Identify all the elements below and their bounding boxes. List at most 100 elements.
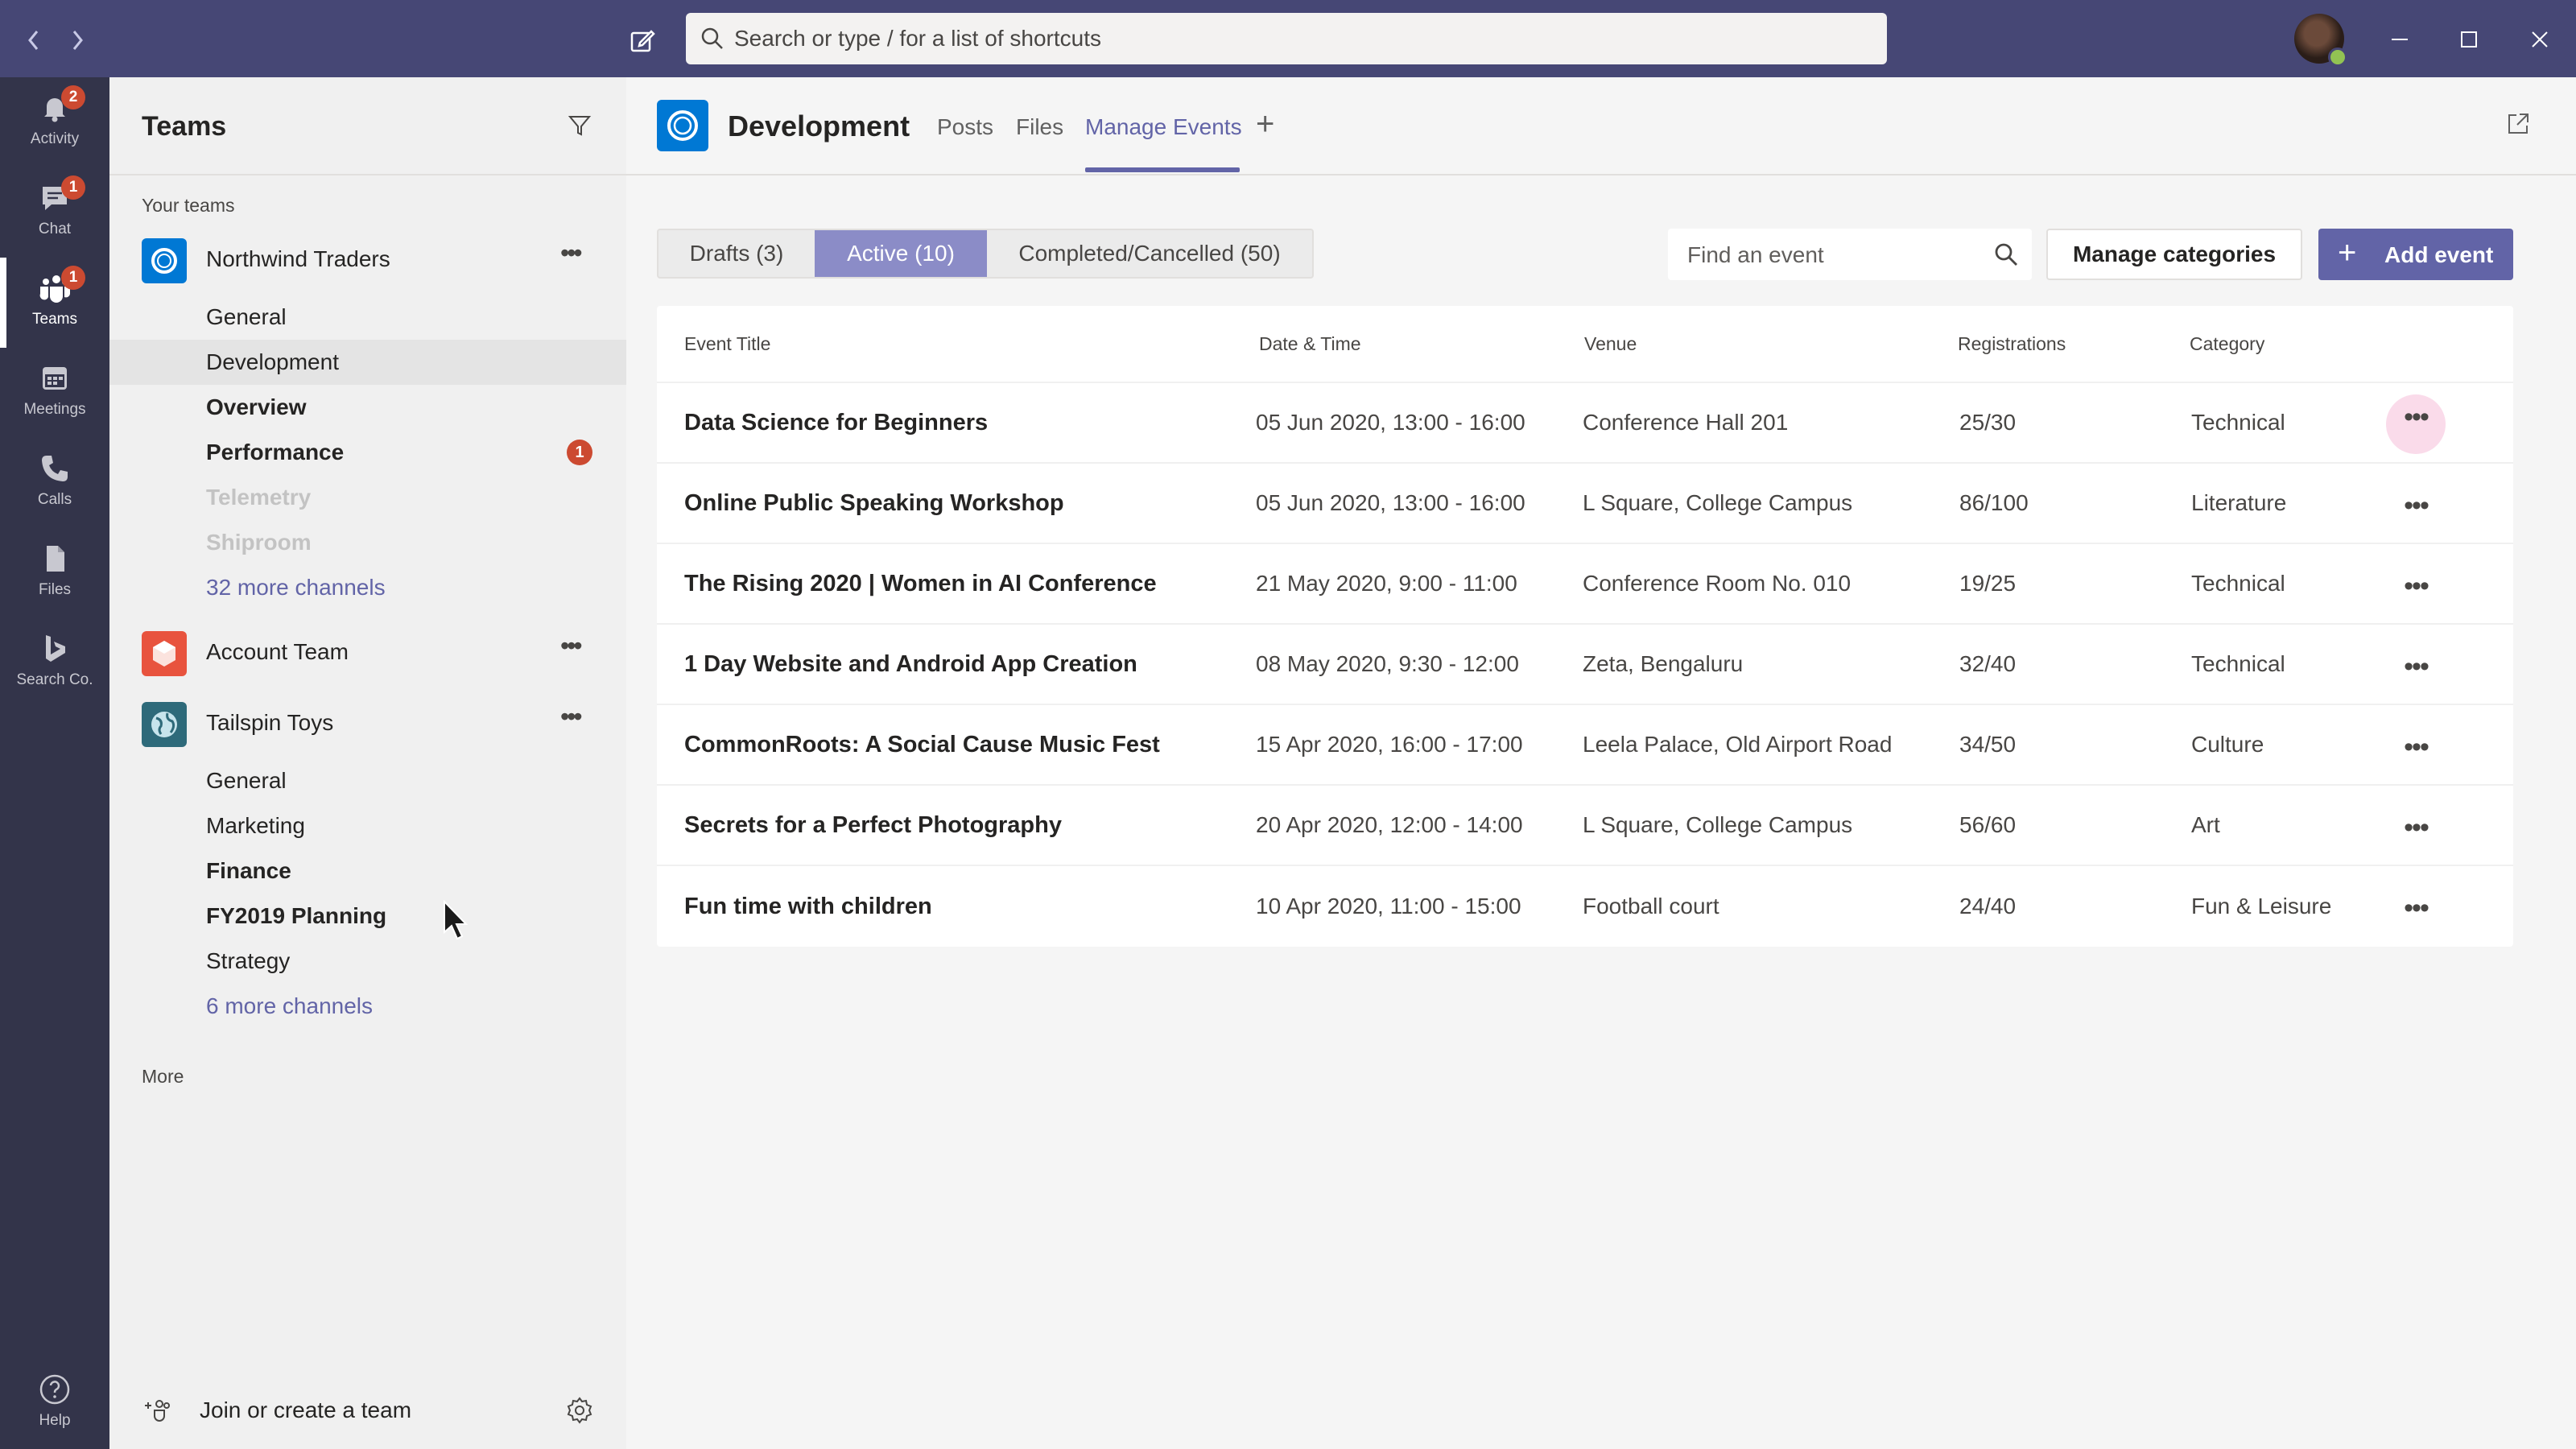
table-row[interactable]: The Rising 2020 | Women in AI Conference…: [657, 544, 2513, 625]
team-more-options-icon[interactable]: •••: [560, 704, 592, 733]
more-channels-link[interactable]: 6 more channels: [109, 984, 626, 1029]
sidebar-footer: Join or create a team: [109, 1372, 626, 1449]
rail-files[interactable]: Files: [0, 528, 109, 618]
filter-icon[interactable]: [567, 113, 592, 138]
chevron-left-icon: [28, 31, 39, 50]
forward-button[interactable]: [61, 0, 93, 77]
table-row[interactable]: Fun time with children 10 Apr 2020, 11:0…: [657, 866, 2513, 947]
table-row[interactable]: Data Science for Beginners 05 Jun 2020, …: [657, 383, 2513, 464]
maximize-button[interactable]: [2433, 0, 2505, 77]
chevron-right-icon: [72, 31, 83, 50]
event-datetime: 10 Apr 2020, 11:00 - 15:00: [1256, 894, 1521, 919]
events-table: Event Title Date & Time Venue Registrati…: [657, 306, 2513, 947]
team-account-team[interactable]: Account Team •••: [109, 623, 626, 679]
row-more-options-icon[interactable]: •••: [2386, 564, 2446, 623]
tab-files[interactable]: Files: [1016, 114, 1063, 140]
column-header-category[interactable]: Category: [2190, 306, 2264, 382]
team-northwind-traders[interactable]: Northwind Traders •••: [109, 230, 626, 287]
add-event-button[interactable]: + Add event: [2318, 229, 2513, 280]
help-icon: [39, 1374, 70, 1405]
team-logo: [142, 631, 187, 676]
channel-performance[interactable]: Performance 1: [109, 430, 626, 475]
channel-strategy[interactable]: Strategy: [109, 939, 626, 984]
row-more-options-icon[interactable]: •••: [2386, 483, 2446, 543]
minimize-button[interactable]: [2363, 0, 2436, 77]
column-header-registrations[interactable]: Registrations: [1958, 306, 2066, 382]
more-channels-link[interactable]: 32 more channels: [109, 565, 626, 610]
rail-teams[interactable]: 1 Teams: [0, 258, 109, 348]
channel-overview[interactable]: Overview: [109, 385, 626, 430]
close-button[interactable]: [2504, 0, 2576, 77]
row-more-options-icon[interactable]: •••: [2386, 724, 2446, 784]
rail-help[interactable]: Help: [0, 1359, 109, 1449]
manage-categories-button[interactable]: Manage categories: [2046, 229, 2302, 280]
event-datetime: 08 May 2020, 9:30 - 12:00: [1256, 651, 1519, 676]
channel-finance[interactable]: Finance: [109, 848, 626, 894]
team-more-options-icon[interactable]: •••: [560, 240, 592, 269]
column-header-venue[interactable]: Venue: [1584, 306, 1637, 382]
row-more-options-icon[interactable]: •••: [2386, 805, 2446, 865]
filter-active[interactable]: Active (10): [815, 230, 987, 277]
rail-meetings[interactable]: Meetings: [0, 348, 109, 438]
channel-general[interactable]: General: [109, 758, 626, 803]
find-event-input[interactable]: Find an event: [1668, 229, 2032, 280]
teams-sidebar: Teams Your teams Northwind Traders ••• G…: [109, 77, 626, 1449]
rail-search-co[interactable]: Search Co.: [0, 618, 109, 708]
your-teams-label: Your teams: [142, 195, 235, 216]
column-header-date-time[interactable]: Date & Time: [1259, 306, 1361, 382]
rail-search-co-label: Search Co.: [16, 671, 93, 688]
team-more-options-icon[interactable]: •••: [560, 633, 592, 662]
event-category: Literature: [2191, 490, 2287, 515]
back-button[interactable]: [18, 0, 50, 77]
table-row[interactable]: Online Public Speaking Workshop 05 Jun 2…: [657, 464, 2513, 544]
rail-chat[interactable]: 1 Chat: [0, 167, 109, 258]
join-create-team-link[interactable]: Join or create a team: [200, 1397, 411, 1423]
event-category: Culture: [2191, 732, 2264, 757]
bing-icon: [46, 635, 65, 662]
filter-drafts[interactable]: Drafts (3): [658, 230, 815, 277]
channel-marketing[interactable]: Marketing: [109, 803, 626, 848]
team-name: Tailspin Toys: [206, 710, 334, 735]
channel-title: Development: [728, 109, 910, 142]
popout-icon[interactable]: [2505, 111, 2531, 137]
column-header-event-title[interactable]: Event Title: [684, 306, 770, 382]
event-registrations: 56/60: [1959, 812, 2017, 837]
channel-telemetry[interactable]: Telemetry: [109, 475, 626, 520]
row-more-options-icon[interactable]: •••: [2386, 394, 2446, 454]
presence-available-icon: [2328, 47, 2347, 67]
event-category: Technical: [2191, 571, 2285, 596]
app-rail: 2 Activity 1 Chat 1 Teams Meetings Calls…: [0, 77, 109, 1449]
channel-team-logo: [657, 100, 708, 151]
search-input[interactable]: Search or type / for a list of shortcuts: [686, 13, 1887, 64]
row-more-options-icon[interactable]: •••: [2386, 644, 2446, 704]
tab-manage-events[interactable]: Manage Events: [1085, 114, 1242, 140]
gear-icon[interactable]: [565, 1396, 594, 1425]
rail-calls[interactable]: Calls: [0, 438, 109, 528]
channel-fy2019-planning[interactable]: FY2019 Planning: [109, 894, 626, 939]
rail-activity[interactable]: 2 Activity: [0, 77, 109, 167]
channel-shiproom[interactable]: Shiproom: [109, 520, 626, 565]
add-team-icon: [145, 1400, 170, 1422]
avatar[interactable]: [2294, 14, 2347, 67]
filter-completed-cancelled[interactable]: Completed/Cancelled (50): [987, 230, 1312, 277]
more-label[interactable]: More: [142, 1066, 184, 1088]
table-row[interactable]: 1 Day Website and Android App Creation 0…: [657, 625, 2513, 705]
tab-posts[interactable]: Posts: [937, 114, 993, 140]
event-registrations: 24/40: [1959, 894, 2017, 919]
compose-button[interactable]: [625, 0, 660, 77]
table-header-row: Event Title Date & Time Venue Registrati…: [657, 306, 2513, 383]
event-category: Fun & Leisure: [2191, 894, 2332, 919]
team-tailspin-toys[interactable]: Tailspin Toys •••: [109, 694, 626, 750]
add-tab-button[interactable]: +: [1256, 106, 1274, 142]
search-icon[interactable]: [1993, 242, 2019, 267]
add-event-label: Add event: [2384, 242, 2494, 267]
row-more-options-icon[interactable]: •••: [2386, 886, 2446, 945]
chat-badge: 1: [61, 175, 85, 200]
file-icon: [47, 546, 64, 572]
table-row[interactable]: CommonRoots: A Social Cause Music Fest 1…: [657, 705, 2513, 786]
table-row[interactable]: Secrets for a Perfect Photography 20 Apr…: [657, 786, 2513, 866]
rail-files-label: Files: [38, 581, 72, 598]
channel-development[interactable]: Development: [109, 340, 626, 385]
search-placeholder: Search or type / for a list of shortcuts: [734, 26, 1101, 51]
channel-general[interactable]: General: [109, 295, 626, 340]
